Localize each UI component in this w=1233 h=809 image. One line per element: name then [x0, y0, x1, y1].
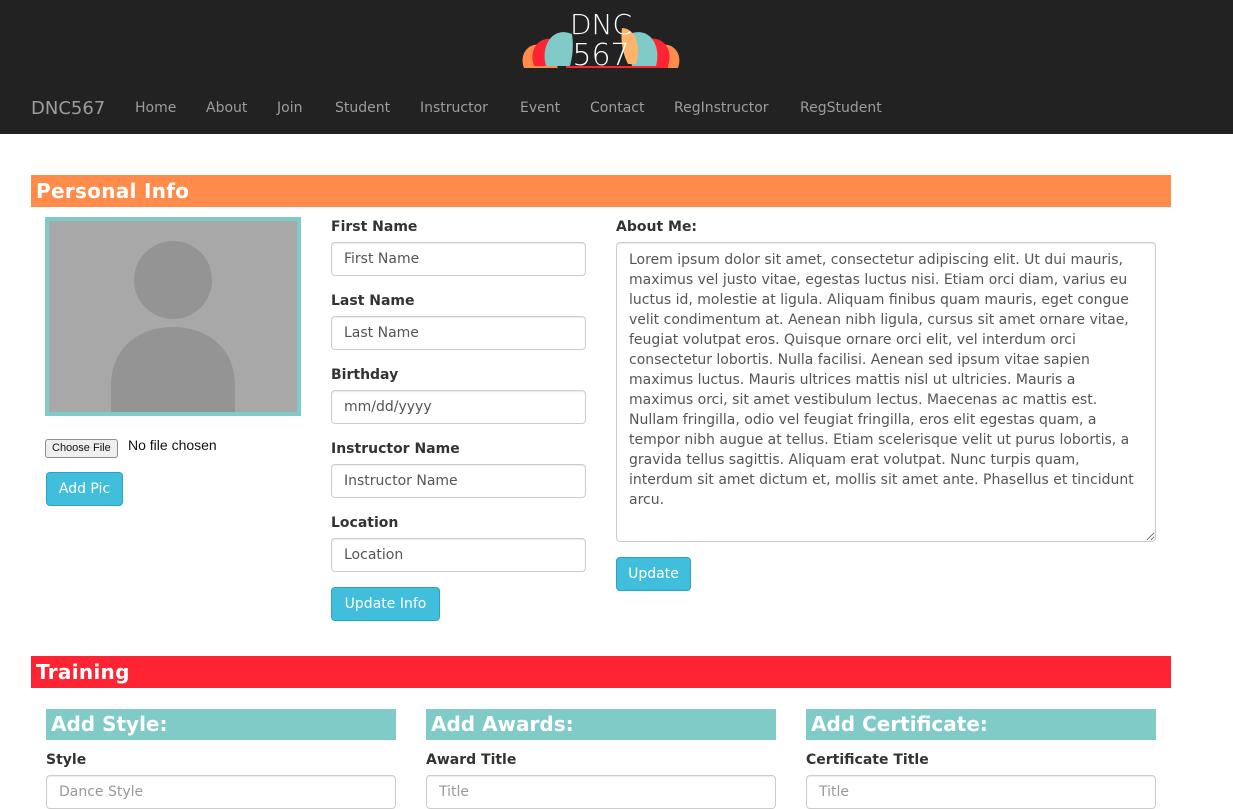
nav-item-reginstructor[interactable]: RegInstructor: [674, 100, 769, 116]
add-awards-title: Add Awards:: [431, 712, 574, 736]
add-certificate-header: Add Certificate:: [806, 709, 1156, 740]
training-title: Training: [36, 660, 130, 684]
last-name-label: Last Name: [331, 293, 415, 309]
about-me-textarea[interactable]: Lorem ipsum dolor sit amet, consectetur …: [616, 242, 1156, 542]
nav-item-event[interactable]: Event: [520, 100, 560, 116]
nav-item-instructor[interactable]: Instructor: [420, 100, 488, 116]
choose-file-button[interactable]: Choose File: [45, 439, 118, 458]
update-button[interactable]: Update: [616, 557, 691, 591]
birthday-label: Birthday: [331, 367, 399, 383]
nav-item-about[interactable]: About: [206, 100, 247, 116]
birthday-input[interactable]: [331, 390, 586, 424]
nav-item-home[interactable]: Home: [135, 100, 176, 116]
first-name-input[interactable]: [331, 242, 586, 276]
style-label: Style: [46, 752, 87, 768]
dnc567-logo[interactable]: DNC 567: [518, 4, 684, 74]
main-navbar: DNC567 Home About Join Student Instructo…: [0, 90, 1233, 126]
personal-info-title: Personal Info: [36, 179, 190, 203]
add-style-title: Add Style:: [51, 712, 168, 736]
file-status-text: No file chosen: [128, 437, 217, 453]
person-silhouette-icon: [49, 221, 297, 412]
add-style-header: Add Style:: [46, 709, 396, 740]
add-pic-button[interactable]: Add Pic: [46, 472, 123, 506]
instructor-name-input[interactable]: [331, 464, 586, 498]
training-header: Training: [31, 656, 1171, 688]
logo-text-top: DNC: [570, 8, 632, 41]
update-info-button[interactable]: Update Info: [331, 587, 440, 621]
award-title-input[interactable]: [426, 775, 776, 809]
personal-info-header: Personal Info: [31, 175, 1171, 207]
nav-item-contact[interactable]: Contact: [590, 100, 644, 116]
add-awards-header: Add Awards:: [426, 709, 776, 740]
profile-picture: [45, 217, 301, 416]
location-label: Location: [331, 515, 399, 531]
navbar-brand[interactable]: DNC567: [31, 98, 105, 119]
nav-item-join[interactable]: Join: [277, 100, 302, 116]
first-name-label: First Name: [331, 219, 418, 235]
certificate-title-input[interactable]: [806, 775, 1156, 809]
about-me-label: About Me:: [616, 219, 698, 235]
top-header: DNC 567 DNC567 Home About Join Student I…: [0, 0, 1233, 134]
nav-item-regstudent[interactable]: RegStudent: [800, 100, 882, 116]
location-input[interactable]: [331, 538, 586, 572]
logo-text-bottom: 567: [572, 38, 629, 73]
certificate-title-label: Certificate Title: [806, 752, 929, 768]
instructor-name-label: Instructor Name: [331, 441, 460, 457]
award-title-label: Award Title: [426, 752, 517, 768]
add-certificate-title: Add Certificate:: [811, 712, 988, 736]
nav-item-student[interactable]: Student: [335, 100, 390, 116]
last-name-input[interactable]: [331, 316, 586, 350]
dance-style-input[interactable]: [46, 775, 396, 809]
